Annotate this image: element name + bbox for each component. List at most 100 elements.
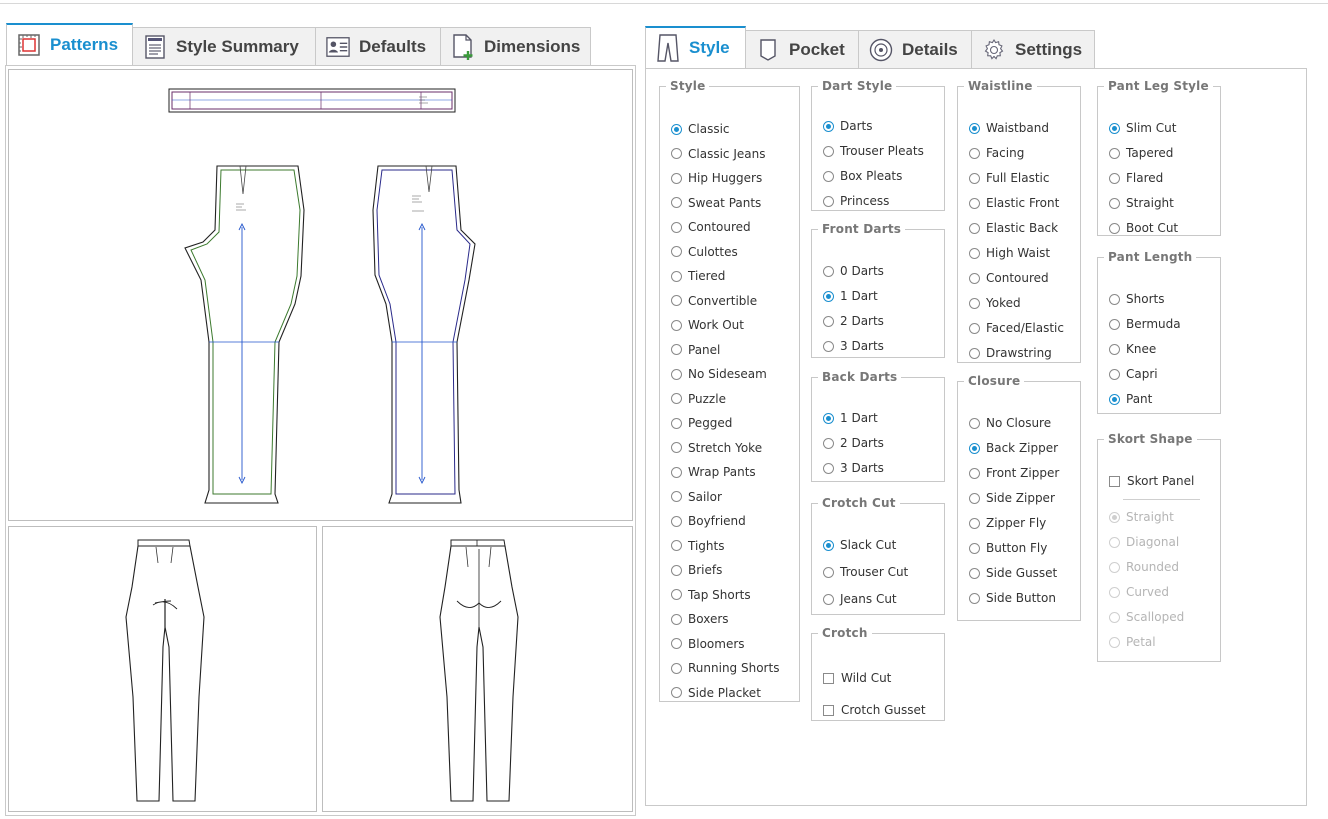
radio-button[interactable] [969, 542, 980, 554]
radio-button[interactable] [969, 197, 980, 209]
radio-pant-leg-style-flared[interactable]: Flared [1109, 170, 1163, 186]
radio-button[interactable] [969, 247, 980, 259]
checkbox-box[interactable] [823, 704, 834, 716]
radio-style-convertible[interactable]: Convertible [671, 293, 757, 309]
radio-pant-length-pant[interactable]: Pant [1109, 391, 1152, 407]
radio-button[interactable] [823, 566, 834, 578]
tab-details[interactable]: Details [858, 30, 972, 68]
radio-style-side-placket[interactable]: Side Placket [671, 685, 761, 701]
radio-style-panel[interactable]: Panel [671, 342, 720, 358]
radio-crotch-cut-jeans-cut[interactable]: Jeans Cut [823, 591, 897, 607]
radio-button[interactable] [969, 492, 980, 504]
radio-crotch-cut-slack-cut[interactable]: Slack Cut [823, 537, 896, 553]
radio-waistline-elastic-back[interactable]: Elastic Back [969, 220, 1058, 236]
radio-pant-length-shorts[interactable]: Shorts [1109, 291, 1164, 307]
radio-waistline-faced-elastic[interactable]: Faced/Elastic [969, 320, 1064, 336]
radio-button[interactable] [969, 322, 980, 334]
radio-style-tiered[interactable]: Tiered [671, 268, 725, 284]
radio-button[interactable] [969, 417, 980, 429]
radio-button[interactable] [969, 147, 980, 159]
radio-button[interactable] [823, 315, 834, 327]
radio-button[interactable] [671, 515, 682, 527]
radio-button[interactable] [823, 340, 834, 352]
radio-style-contoured[interactable]: Contoured [671, 219, 751, 235]
radio-waistline-yoked[interactable]: Yoked [969, 295, 1021, 311]
radio-button[interactable] [671, 613, 682, 625]
radio-button[interactable] [823, 437, 834, 449]
radio-button[interactable] [969, 467, 980, 479]
checkbox-box[interactable] [823, 672, 834, 684]
radio-button[interactable] [969, 442, 980, 454]
radio-button[interactable] [671, 442, 682, 453]
radio-button[interactable] [823, 593, 834, 605]
radio-front-darts-1-dart[interactable]: 1 Dart [823, 288, 878, 304]
radio-style-classic[interactable]: Classic [671, 121, 730, 137]
radio-pant-leg-style-tapered[interactable]: Tapered [1109, 145, 1173, 161]
radio-style-sailor[interactable]: Sailor [671, 489, 722, 505]
radio-waistline-drawstring[interactable]: Drawstring [969, 345, 1052, 361]
radio-button[interactable] [1109, 147, 1120, 159]
radio-style-hip-huggers[interactable]: Hip Huggers [671, 170, 762, 186]
radio-back-darts-1-dart[interactable]: 1 Dart [823, 410, 878, 426]
radio-button[interactable] [671, 393, 682, 404]
radio-button[interactable] [969, 297, 980, 309]
radio-waistline-contoured[interactable]: Contoured [969, 270, 1049, 286]
radio-button[interactable] [671, 589, 682, 600]
pattern-layout-view[interactable] [8, 69, 633, 521]
radio-pant-leg-style-straight[interactable]: Straight [1109, 195, 1174, 211]
crotch-gusset-checkbox[interactable]: Crotch Gusset [823, 702, 926, 718]
tab-style-summary[interactable]: Style Summary [132, 27, 316, 65]
radio-style-stretch-yoke[interactable]: Stretch Yoke [671, 440, 762, 456]
radio-button[interactable] [823, 412, 834, 424]
radio-button[interactable] [823, 170, 834, 182]
radio-closure-back-zipper[interactable]: Back Zipper [969, 440, 1058, 456]
radio-closure-zipper-fly[interactable]: Zipper Fly [969, 515, 1046, 531]
radio-pant-length-bermuda[interactable]: Bermuda [1109, 316, 1181, 332]
radio-dart-style-box-pleats[interactable]: Box Pleats [823, 168, 902, 184]
radio-button[interactable] [671, 417, 682, 429]
radio-button[interactable] [671, 319, 682, 331]
wild-cut-checkbox[interactable]: Wild Cut [823, 670, 891, 686]
radio-button[interactable] [823, 195, 834, 207]
radio-pant-leg-style-slim-cut[interactable]: Slim Cut [1109, 120, 1176, 136]
radio-back-darts-2-darts[interactable]: 2 Darts [823, 435, 884, 451]
radio-button[interactable] [823, 462, 834, 474]
radio-button[interactable] [823, 145, 834, 157]
radio-waistline-high-waist[interactable]: High Waist [969, 245, 1050, 261]
radio-button[interactable] [1109, 172, 1120, 184]
radio-button[interactable] [1109, 368, 1120, 380]
radio-button[interactable] [969, 122, 980, 134]
radio-button[interactable] [671, 295, 682, 306]
radio-button[interactable] [671, 172, 682, 184]
radio-button[interactable] [1109, 393, 1120, 405]
radio-button[interactable] [671, 491, 682, 502]
radio-style-sweat-pants[interactable]: Sweat Pants [671, 195, 761, 211]
radio-style-tights[interactable]: Tights [671, 538, 724, 554]
radio-button[interactable] [969, 347, 980, 359]
radio-button[interactable] [1109, 222, 1120, 234]
radio-front-darts-3-darts[interactable]: 3 Darts [823, 338, 884, 354]
radio-button[interactable] [671, 638, 682, 649]
skort-panel-checkbox[interactable]: Skort Panel [1109, 473, 1194, 489]
radio-style-tap-shorts[interactable]: Tap Shorts [671, 587, 751, 603]
radio-button[interactable] [969, 567, 980, 579]
radio-button[interactable] [671, 662, 682, 674]
radio-front-darts-0-darts[interactable]: 0 Darts [823, 263, 884, 279]
radio-button[interactable] [1109, 343, 1120, 355]
radio-button[interactable] [671, 344, 682, 355]
tab-style[interactable]: Style [645, 26, 746, 68]
radio-dart-style-princess[interactable]: Princess [823, 193, 889, 209]
radio-button[interactable] [671, 246, 682, 257]
radio-button[interactable] [969, 272, 980, 284]
radio-dart-style-darts[interactable]: Darts [823, 118, 872, 134]
radio-style-pegged[interactable]: Pegged [671, 415, 732, 431]
tab-settings[interactable]: Settings [971, 30, 1095, 68]
radio-style-running-shorts[interactable]: Running Shorts [671, 660, 779, 676]
checkbox-box[interactable] [1109, 475, 1120, 487]
radio-button[interactable] [969, 172, 980, 184]
radio-pant-length-knee[interactable]: Knee [1109, 341, 1156, 357]
radio-button[interactable] [671, 564, 682, 576]
radio-style-culottes[interactable]: Culottes [671, 244, 738, 260]
radio-style-puzzle[interactable]: Puzzle [671, 391, 726, 407]
radio-dart-style-trouser-pleats[interactable]: Trouser Pleats [823, 143, 924, 159]
